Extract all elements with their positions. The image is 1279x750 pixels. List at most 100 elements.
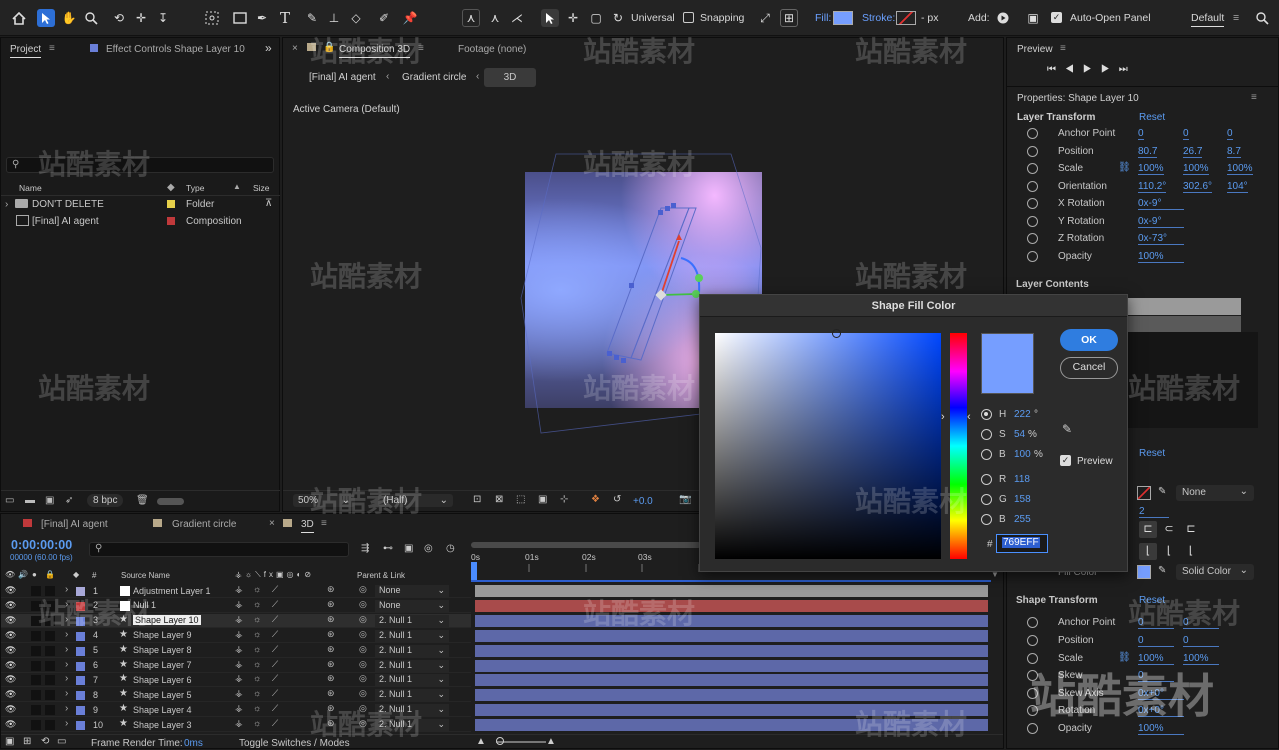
hex-input[interactable]: 769EFF: [996, 534, 1048, 553]
prop-value[interactable]: 0: [1183, 617, 1219, 629]
shy-icon[interactable]: ▣: [404, 543, 413, 554]
panel-overflow-icon[interactable]: »: [265, 41, 272, 55]
pickwhip-icon[interactable]: ◎: [359, 673, 367, 684]
stopwatch-icon[interactable]: [1027, 198, 1038, 209]
frame-blending-icon[interactable]: ◎: [424, 543, 433, 554]
universal-label[interactable]: Universal: [631, 12, 675, 24]
label-color[interactable]: [76, 601, 85, 611]
label-color[interactable]: [76, 631, 85, 641]
solo-icon[interactable]: ●: [32, 570, 37, 579]
parent-dropdown[interactable]: 2. Null 1 ⌄: [375, 719, 449, 732]
prop-value[interactable]: 100%: [1138, 163, 1164, 175]
audio-switch-icon[interactable]: 🔊: [18, 570, 28, 579]
layer-row[interactable]: 👁 › 8 ★ Shape Layer 5 ⚶ ☼ ⟋ ⊛ ◎ 2. Null 1 ⌄: [1, 688, 1001, 703]
parent-dropdown[interactable]: 2. Null 1 ⌄: [375, 704, 449, 717]
pan-behind-icon[interactable]: [203, 9, 221, 27]
selection-tool-icon[interactable]: [37, 9, 55, 27]
prop-value[interactable]: 100%: [1227, 163, 1253, 175]
parent-dropdown[interactable]: 2. Null 1 ⌄: [375, 644, 449, 657]
layer-switches[interactable]: ⚶ ☼ ⟋: [235, 659, 282, 670]
breadcrumb-item[interactable]: Gradient circle: [402, 72, 466, 83]
layer-name[interactable]: Adjustment Layer 1: [133, 586, 211, 596]
layer-row[interactable]: 👁 › 3 ★ Shape Layer 10 ⚶ ☼ ⟋ ⊛ ◎ 2. Null 1 ⌄: [1, 613, 1001, 629]
layer-name[interactable]: Shape Layer 5: [133, 690, 192, 700]
pickwhip-icon[interactable]: ◎: [359, 584, 367, 595]
snapshot-camera-icon[interactable]: 📷: [679, 494, 691, 505]
g-value[interactable]: 158: [1014, 494, 1031, 505]
layer-switches[interactable]: ⚶ ☼ ⟋: [235, 703, 282, 714]
interpret-footage-icon[interactable]: ▭: [5, 495, 14, 506]
3d-layer-switch-icon[interactable]: ⊛: [327, 614, 335, 625]
label-color[interactable]: [76, 661, 85, 671]
scale-mode-icon[interactable]: ▢: [587, 9, 605, 27]
3d-layer-switch-icon[interactable]: ⊛: [327, 703, 335, 714]
layer-name[interactable]: Shape Layer 3: [133, 720, 192, 730]
preview-menu-icon[interactable]: ≡: [1060, 43, 1066, 54]
brush-tool-icon[interactable]: ✎: [303, 9, 321, 27]
lock-switch[interactable]: [45, 586, 55, 596]
label-color[interactable]: [76, 691, 85, 701]
prop-value[interactable]: 26.7: [1183, 146, 1203, 158]
line-join-round-icon[interactable]: ⌊: [1160, 543, 1178, 560]
layer-name[interactable]: Null 1: [133, 600, 156, 610]
home-icon[interactable]: [10, 9, 28, 27]
pickwhip-icon[interactable]: ◎: [359, 644, 367, 655]
prop-value[interactable]: 100%: [1138, 723, 1184, 735]
stroke-swatch[interactable]: [896, 11, 916, 25]
3d-layer-switch-icon[interactable]: ⊛: [327, 644, 335, 655]
tab-footage[interactable]: Footage (none): [458, 44, 526, 55]
prop-value[interactable]: 0x-9°: [1138, 216, 1184, 228]
stopwatch-icon[interactable]: [1027, 617, 1038, 628]
layer-row[interactable]: 👁 › 6 ★ Shape Layer 7 ⚶ ☼ ⟋ ⊛ ◎ 2. Null 1 ⌄: [1, 659, 1001, 674]
s-value[interactable]: 54: [1014, 429, 1025, 440]
fast-preview-icon[interactable]: ⊡: [473, 494, 481, 505]
list-item[interactable]: [Final] AI agent Composition: [1, 214, 280, 231]
hue-radio[interactable]: [981, 409, 992, 420]
solo-switch[interactable]: [31, 615, 41, 626]
col-type[interactable]: Type: [186, 183, 204, 193]
layer-duration-bar[interactable]: [475, 659, 988, 672]
eye-icon[interactable]: 👁: [5, 674, 16, 685]
select-mode-icon[interactable]: [541, 9, 559, 27]
prop-value[interactable]: 104°: [1227, 181, 1248, 193]
solo-switch[interactable]: [31, 600, 41, 611]
prop-value[interactable]: 0x-9°: [1138, 198, 1184, 210]
stopwatch-icon[interactable]: [1027, 146, 1038, 157]
transparency-grid-icon[interactable]: ⊠: [495, 494, 503, 505]
parent-dropdown[interactable]: 2. Null 1 ⌄: [375, 614, 449, 627]
parent-dropdown[interactable]: None ⌄: [375, 599, 449, 612]
layer-row[interactable]: 👁 › 9 ★ Shape Layer 4 ⚶ ☼ ⟋ ⊛ ◎ 2. Null 1 ⌄: [1, 703, 1001, 718]
lock-icon[interactable]: 🔒: [323, 42, 335, 53]
world-axis-icon[interactable]: ⋏: [486, 9, 504, 27]
solo-switch[interactable]: [31, 690, 41, 701]
prop-value[interactable]: 0: [1183, 635, 1219, 647]
play-icon[interactable]: ▶: [1083, 64, 1101, 75]
label-color[interactable]: [76, 706, 85, 716]
solo-switch[interactable]: [31, 660, 41, 671]
resolution-dropdown[interactable]: (Half) ⌄: [378, 494, 453, 507]
trash-icon[interactable]: 🗑: [136, 495, 149, 506]
first-frame-icon[interactable]: ⏮: [1047, 64, 1065, 75]
fill-color-swatch[interactable]: [1137, 565, 1151, 579]
lock-switch[interactable]: [45, 720, 55, 731]
layer-switches-icon[interactable]: ▣: [5, 736, 14, 747]
stopwatch-icon[interactable]: [1027, 635, 1038, 646]
channels-icon[interactable]: ❖: [591, 494, 600, 505]
layer-switches[interactable]: ⚶ ☼ ⟋: [235, 688, 282, 699]
layer-duration-bar[interactable]: [475, 719, 988, 732]
prop-value[interactable]: 100%: [1138, 653, 1174, 665]
roto-brush-icon[interactable]: ✐: [375, 9, 393, 27]
type-tool-icon[interactable]: T: [276, 9, 294, 27]
last-frame-icon[interactable]: ⏭: [1119, 64, 1137, 75]
expand-arrow-icon[interactable]: ›: [65, 614, 68, 625]
stopwatch-icon[interactable]: [1027, 653, 1038, 664]
thumbnail-slider[interactable]: [157, 498, 184, 505]
expand-icon[interactable]: ⤢: [756, 9, 774, 27]
puppet-pin-icon[interactable]: 📌: [401, 9, 419, 27]
move-mode-icon[interactable]: ✛: [564, 9, 582, 27]
solo-switch[interactable]: [31, 720, 41, 731]
close-tab-icon[interactable]: ×: [292, 43, 298, 54]
layer-switches[interactable]: ⚶ ☼ ⟋: [235, 673, 282, 684]
zoom-out-icon[interactable]: ▲: [476, 736, 486, 747]
stopwatch-icon[interactable]: [1027, 233, 1038, 244]
